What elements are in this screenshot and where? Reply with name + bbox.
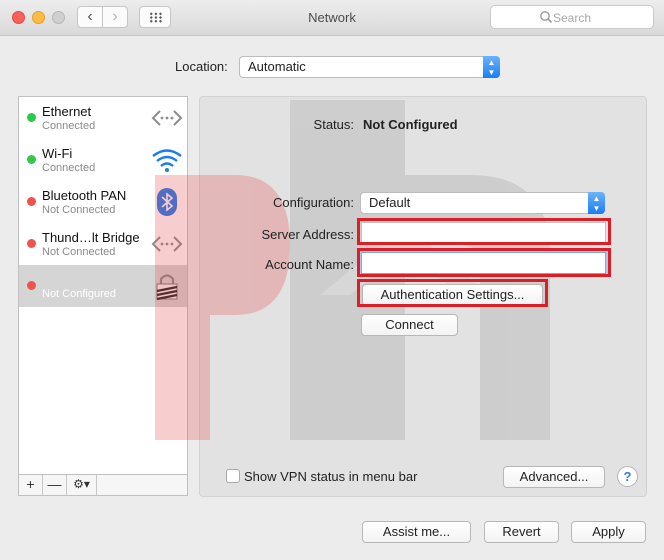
configuration-value: Default [369, 195, 411, 210]
location-value: Automatic [248, 59, 306, 74]
highlight-box-account-name [357, 248, 611, 277]
help-button[interactable]: ? [617, 466, 638, 487]
service-status: Not Configured [42, 288, 116, 300]
service-item-bluetooth-pan[interactable]: Bluetooth PAN Not Connected [19, 181, 187, 223]
search-icon [540, 11, 553, 24]
service-status: Not Connected [42, 204, 116, 216]
service-item-thunderbolt-bridge[interactable]: Thund…lt Bridge Not Connected [19, 223, 187, 265]
search-field[interactable]: Search [490, 5, 654, 29]
status-dot-not-configured [27, 281, 36, 290]
apply-button[interactable]: Apply [571, 521, 646, 543]
add-service-button[interactable]: + [19, 475, 43, 495]
vpn-lock-icon [156, 274, 178, 301]
configuration-select[interactable]: Default ▲ ▼ [360, 192, 605, 214]
service-item-ethernet[interactable]: Ethernet Connected [19, 97, 187, 139]
status-dot-not-connected [27, 197, 36, 206]
service-status: Connected [42, 162, 96, 174]
connect-button[interactable]: Connect [361, 314, 458, 336]
status-label: Status: [313, 117, 354, 132]
status-dot-connected [27, 113, 36, 122]
highlight-box-auth-settings [357, 279, 548, 307]
updown-arrows-icon: ▲ ▼ [483, 56, 500, 78]
status-dot-not-connected [27, 239, 36, 248]
thunderbolt-bridge-icon [151, 236, 183, 252]
title-bar: ‹ › Network Search [0, 0, 664, 36]
service-status: Connected [42, 120, 96, 132]
status-dot-connected [27, 155, 36, 164]
bluetooth-icon [157, 188, 177, 216]
search-placeholder: Search [553, 11, 592, 25]
show-vpn-status-label: Show VPN status in menu bar [244, 469, 418, 484]
ethernet-icon [151, 110, 183, 126]
highlight-box-server-address [357, 218, 611, 245]
service-actions-gear-button[interactable]: ⚙▾ [67, 475, 97, 495]
account-name-label: Account Name: [265, 257, 354, 272]
show-vpn-status-checkbox[interactable] [226, 469, 240, 483]
service-list-toolbar: + — ⚙▾ [18, 475, 188, 496]
service-name: Wi-Fi [42, 146, 73, 161]
service-item-wifi[interactable]: Wi-Fi Connected [19, 139, 187, 181]
service-status: Not Connected [42, 246, 116, 258]
assist-me-button[interactable]: Assist me... [362, 521, 471, 543]
location-label: Location: [175, 59, 228, 74]
revert-button[interactable]: Revert [484, 521, 559, 543]
service-item-vpn[interactable]: Not Configured [19, 265, 187, 307]
wifi-icon [152, 149, 182, 172]
service-name: Thund…lt Bridge [42, 230, 140, 245]
server-address-label: Server Address: [261, 227, 355, 242]
updown-arrows-icon: ▲ ▼ [588, 192, 605, 214]
service-list[interactable]: Ethernet Connected Wi-Fi Connected Bluet… [18, 96, 188, 475]
location-select[interactable]: Automatic ▲ ▼ [239, 56, 500, 78]
advanced-button[interactable]: Advanced... [503, 466, 605, 488]
status-value: Not Configured [363, 117, 458, 132]
configuration-label: Configuration: [273, 195, 354, 210]
service-name: Ethernet [42, 104, 92, 119]
service-name: Bluetooth PAN [42, 188, 127, 203]
remove-service-button[interactable]: — [43, 475, 67, 495]
